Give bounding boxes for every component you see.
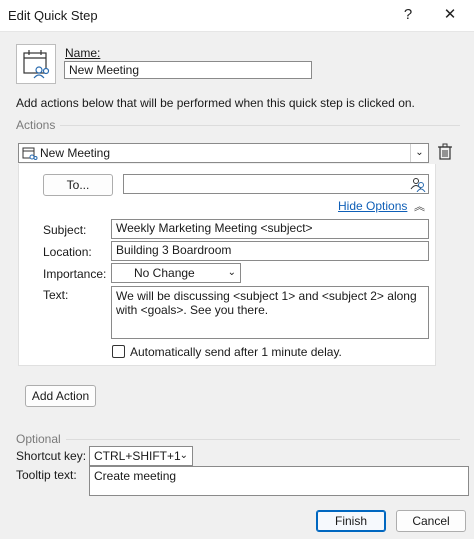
finish-button[interactable]: Finish	[316, 510, 386, 532]
to-button-label: To...	[66, 178, 90, 192]
optional-divider	[66, 439, 460, 440]
text-label: Text:	[43, 288, 69, 302]
calendar-people-icon	[23, 50, 50, 79]
add-action-label: Add Action	[31, 389, 90, 403]
shortcut-value: CTRL+SHIFT+1	[94, 449, 181, 463]
address-book-icon[interactable]	[410, 176, 426, 192]
subject-label: Subject:	[43, 223, 87, 237]
auto-send-checkbox[interactable]	[112, 345, 125, 358]
name-field[interactable]: New Meeting	[64, 61, 312, 79]
action-type-select[interactable]: New Meeting ⌄	[18, 143, 429, 163]
actions-group-label: Actions	[16, 118, 56, 132]
description-text: Add actions below that will be performed…	[16, 96, 415, 110]
tooltip-label: Tooltip text:	[16, 468, 77, 482]
cancel-button[interactable]: Cancel	[396, 510, 466, 532]
location-label: Location:	[43, 245, 92, 259]
action-type-value: New Meeting	[40, 146, 111, 160]
calendar-people-icon	[22, 147, 38, 160]
to-button[interactable]: To...	[43, 174, 113, 196]
cancel-label: Cancel	[412, 514, 450, 528]
chevron-up-icon[interactable]: ︽	[414, 198, 425, 214]
actions-divider	[60, 125, 460, 126]
close-button[interactable]: ✕	[436, 4, 464, 26]
finish-label: Finish	[334, 514, 367, 528]
shortcut-select[interactable]: CTRL+SHIFT+1 ⌄	[89, 446, 193, 466]
window-title: Edit Quick Step	[8, 8, 98, 23]
importance-label: Importance:	[43, 267, 107, 281]
name-label: Name:	[65, 46, 100, 60]
title-bar: Edit Quick Step ? ✕	[0, 0, 474, 32]
text-field[interactable]: We will be discussing <subject 1> and <s…	[111, 286, 429, 339]
chevron-down-icon: ⌄	[179, 450, 188, 461]
subject-field[interactable]: Weekly Marketing Meeting <subject>	[111, 219, 429, 239]
to-field[interactable]	[123, 174, 429, 194]
tooltip-field[interactable]: Create meeting	[89, 466, 469, 496]
hide-options-link[interactable]: Hide Options	[338, 199, 407, 213]
chevron-down-icon: ⌄	[227, 267, 236, 278]
delete-icon[interactable]	[437, 143, 453, 161]
add-action-button[interactable]: Add Action	[25, 385, 96, 407]
importance-select[interactable]: No Change ⌄	[111, 263, 241, 283]
name-label-text: Name:	[65, 46, 101, 60]
quick-step-icon-button[interactable]	[16, 44, 56, 84]
auto-send-label[interactable]: Automatically send after 1 minute delay.	[130, 345, 342, 359]
optional-group-label: Optional	[16, 432, 61, 446]
help-button[interactable]: ?	[394, 4, 422, 26]
location-field[interactable]: Building 3 Boardroom	[111, 241, 429, 261]
chevron-down-icon[interactable]: ⌄	[410, 144, 428, 162]
importance-value: No Change	[134, 266, 195, 280]
shortcut-label: Shortcut key:	[16, 449, 87, 463]
